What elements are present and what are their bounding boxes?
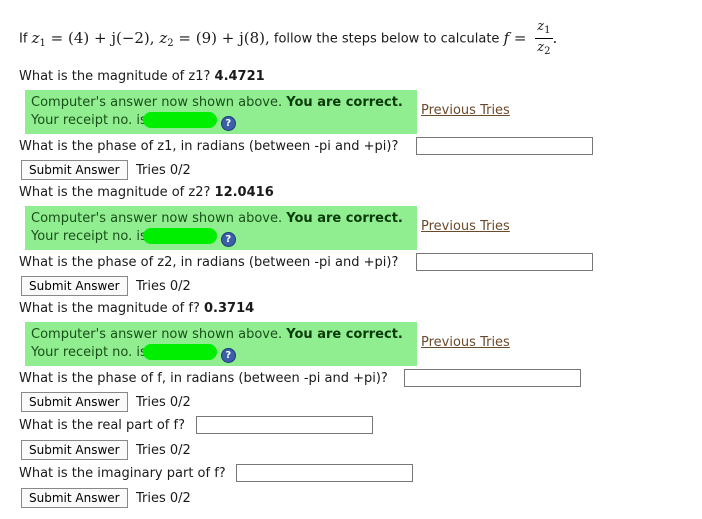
redaction-mark bbox=[142, 228, 217, 244]
submit-answer-button[interactable]: Submit Answer bbox=[21, 440, 128, 460]
problem-statement: If z1 = (4) + j(−2), z2 = (9) + j(8), fo… bbox=[19, 19, 558, 57]
tries-counter: Tries 0/2 bbox=[136, 395, 191, 410]
submit-answer-button[interactable]: Submit Answer bbox=[21, 276, 128, 296]
help-icon[interactable]: ? bbox=[220, 348, 236, 363]
help-icon[interactable]: ? bbox=[220, 116, 236, 131]
submit-answer-button[interactable]: Submit Answer bbox=[21, 160, 128, 180]
tries-counter: Tries 0/2 bbox=[136, 443, 191, 458]
question-phase-f: What is the phase of f, in radians (betw… bbox=[19, 371, 388, 386]
help-icon[interactable]: ? bbox=[220, 232, 236, 247]
correct-feedback-box: Computer's answer now shown above. You a… bbox=[25, 322, 417, 366]
question-imaginary-part-f: What is the imaginary part of f? bbox=[19, 466, 226, 481]
f-var: f bbox=[503, 28, 510, 47]
f-fraction: z1 z2 bbox=[535, 19, 553, 57]
phase-z2-input[interactable] bbox=[416, 253, 593, 271]
submit-answer-button[interactable]: Submit Answer bbox=[21, 488, 128, 508]
question-magnitude-z2: What is the magnitude of z2? 12.0416 bbox=[19, 185, 274, 200]
question-magnitude-z1: What is the magnitude of z1? 4.4721 bbox=[19, 69, 265, 84]
redaction-mark bbox=[142, 112, 217, 128]
problem-intro: If bbox=[19, 31, 28, 47]
question-phase-z2: What is the phase of z2, in radians (bet… bbox=[19, 255, 399, 270]
question-real-part-f: What is the real part of f? bbox=[19, 418, 185, 433]
tries-counter: Tries 0/2 bbox=[136, 491, 191, 506]
question-phase-z1: What is the phase of z1, in radians (bet… bbox=[19, 139, 399, 154]
answer-value: 0.3714 bbox=[204, 301, 255, 316]
answer-value: 12.0416 bbox=[214, 185, 274, 200]
previous-tries-link[interactable]: Previous Tries bbox=[421, 335, 510, 350]
answer-value: 4.4721 bbox=[214, 69, 265, 84]
tries-counter: Tries 0/2 bbox=[136, 163, 191, 178]
tries-counter: Tries 0/2 bbox=[136, 279, 191, 294]
question-magnitude-f: What is the magnitude of f? 0.3714 bbox=[19, 301, 255, 316]
correct-feedback-box: Computer's answer now shown above. You a… bbox=[25, 90, 417, 134]
z1-definition: = (4) + j(−2), bbox=[50, 28, 155, 47]
submit-answer-button[interactable]: Submit Answer bbox=[21, 392, 128, 412]
phase-z1-input[interactable] bbox=[416, 137, 593, 155]
previous-tries-link[interactable]: Previous Tries bbox=[421, 103, 510, 118]
problem-instruction: follow the steps below to calculate bbox=[273, 31, 500, 47]
redaction-mark bbox=[142, 344, 217, 360]
imaginary-part-f-input[interactable] bbox=[236, 464, 413, 482]
previous-tries-link[interactable]: Previous Tries bbox=[421, 219, 510, 234]
correct-feedback-box: Computer's answer now shown above. You a… bbox=[25, 206, 417, 250]
z2-definition: = (9) + j(8), bbox=[178, 28, 270, 47]
real-part-f-input[interactable] bbox=[196, 416, 373, 434]
phase-f-input[interactable] bbox=[404, 369, 581, 387]
